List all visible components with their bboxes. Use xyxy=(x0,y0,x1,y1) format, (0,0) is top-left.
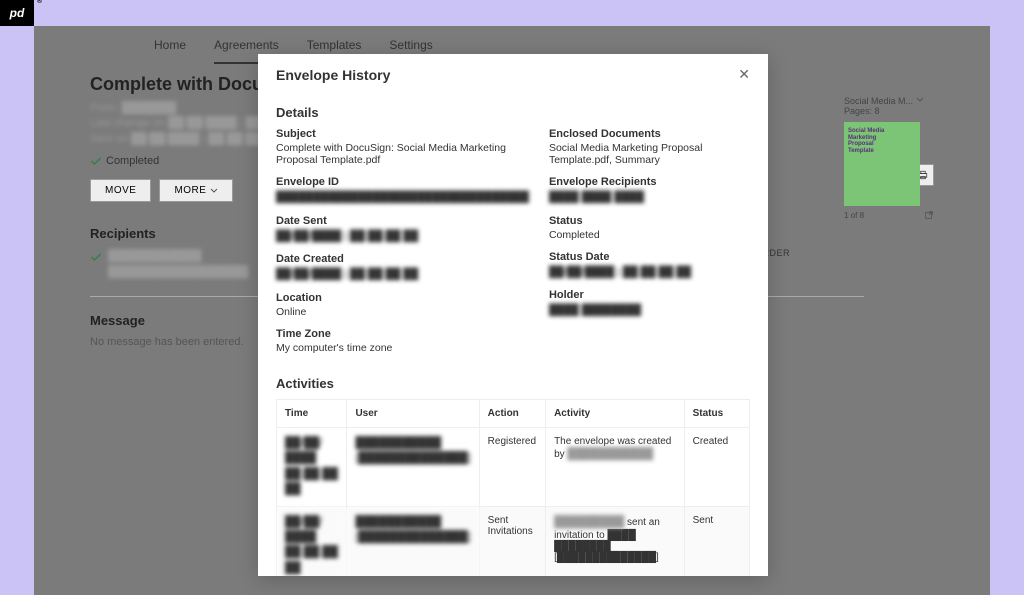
table-header: Time xyxy=(277,400,347,428)
modal-title: Envelope History xyxy=(276,67,390,83)
detail-item: Status Completed xyxy=(549,215,750,241)
detail-item: Date Created ██/██/████ | ██:██:██ ██ xyxy=(276,253,529,282)
detail-label: Envelope Recipients xyxy=(549,176,750,188)
detail-item: Enclosed Documents Social Media Marketing… xyxy=(549,128,750,166)
table-header: Activity xyxy=(546,400,685,428)
detail-item: Envelope Recipients ████ ████ ████ xyxy=(549,176,750,205)
detail-label: Date Sent xyxy=(276,215,529,227)
table-cell: Sent Invitations xyxy=(479,506,545,576)
move-button[interactable]: MOVE xyxy=(90,179,151,202)
caret-down-icon xyxy=(210,187,218,195)
detail-label: Enclosed Documents xyxy=(549,128,750,140)
detail-label: Status Date xyxy=(549,251,750,263)
popout-icon[interactable] xyxy=(924,210,934,220)
table-cell: ███████████ [██████████████] xyxy=(347,428,479,507)
close-icon[interactable]: ✕ xyxy=(738,66,750,83)
detail-value: Completed xyxy=(549,229,750,241)
detail-label: Location xyxy=(276,292,529,304)
doc-thumbnail[interactable]: Social Media Marketing Proposal Template xyxy=(844,122,920,206)
details-heading: Details xyxy=(276,105,750,120)
detail-label: Time Zone xyxy=(276,328,529,340)
table-cell: Sent xyxy=(684,506,749,576)
table-cell: Created xyxy=(684,428,749,507)
nav-home[interactable]: Home xyxy=(154,38,186,64)
check-icon xyxy=(90,155,102,167)
detail-value: Online xyxy=(276,306,529,318)
detail-item: Location Online xyxy=(276,292,529,318)
table-row: ██/██/████ ██:██:██ █████████████ [█████… xyxy=(277,506,750,576)
detail-value: ██/██/████ | ██:██:██ ██ xyxy=(276,267,529,282)
doc-title: Social Media M... xyxy=(844,96,934,106)
table-row: ██/██/████ ██:██:██ █████████████ [█████… xyxy=(277,428,750,507)
table-header: Status xyxy=(684,400,749,428)
table-cell: Registered xyxy=(479,428,545,507)
detail-label: Status xyxy=(549,215,750,227)
detail-value: ████ ████████ xyxy=(549,303,750,318)
detail-item: Holder ████ ████████ xyxy=(549,289,750,318)
table-cell: ██/██/████ ██:██:██ ██ xyxy=(277,428,347,507)
table-cell: ██/██/████ ██:██:██ ██ xyxy=(277,506,347,576)
doc-page-indicator: 1 of 8 xyxy=(844,211,864,220)
detail-item: Time Zone My computer's time zone xyxy=(276,328,529,354)
chevron-down-icon xyxy=(916,96,924,104)
detail-value: ████ ████ ████ xyxy=(549,190,750,205)
detail-label: Holder xyxy=(549,289,750,301)
document-card[interactable]: Social Media M... Pages: 8 Social Media … xyxy=(844,96,934,220)
detail-value: My computer's time zone xyxy=(276,342,529,354)
detail-label: Date Created xyxy=(276,253,529,265)
doc-pages: Pages: 8 xyxy=(844,106,934,116)
detail-item: Status Date ██/██/████ | ██:██:██ ██ xyxy=(549,251,750,280)
table-header: User xyxy=(347,400,479,428)
detail-label: Subject xyxy=(276,128,529,140)
table-cell: The envelope was created by ███████████ xyxy=(546,428,685,507)
detail-label: Envelope ID xyxy=(276,176,529,188)
table-cell: ███████████ [██████████████] xyxy=(347,506,479,576)
detail-item: Envelope ID █████████████████████████████… xyxy=(276,176,529,205)
table-cell: █████████ sent an invitation to ████ ███… xyxy=(546,506,685,576)
table-header: Action xyxy=(479,400,545,428)
detail-item: Date Sent ██/██/████ | ██:██:██ ██ xyxy=(276,215,529,244)
activities-heading: Activities xyxy=(276,376,750,391)
detail-value: Complete with DocuSign: Social Media Mar… xyxy=(276,142,529,166)
detail-value: ██/██/████ | ██:██:██ ██ xyxy=(549,265,750,280)
check-icon xyxy=(90,251,102,263)
detail-item: Subject Complete with DocuSign: Social Me… xyxy=(276,128,529,166)
detail-value: ██████████████████████████████████ xyxy=(276,190,529,205)
detail-value: Social Media Marketing Proposal Template… xyxy=(549,142,750,166)
detail-value: ██/██/████ | ██:██:██ ██ xyxy=(276,229,529,244)
envelope-history-modal: Envelope History ✕ Details Subject Comple… xyxy=(258,54,768,576)
activities-table: TimeUserActionActivityStatus ██/██/████ … xyxy=(276,399,750,576)
more-button[interactable]: MORE xyxy=(159,179,233,202)
brand-logo: pd xyxy=(0,0,34,26)
